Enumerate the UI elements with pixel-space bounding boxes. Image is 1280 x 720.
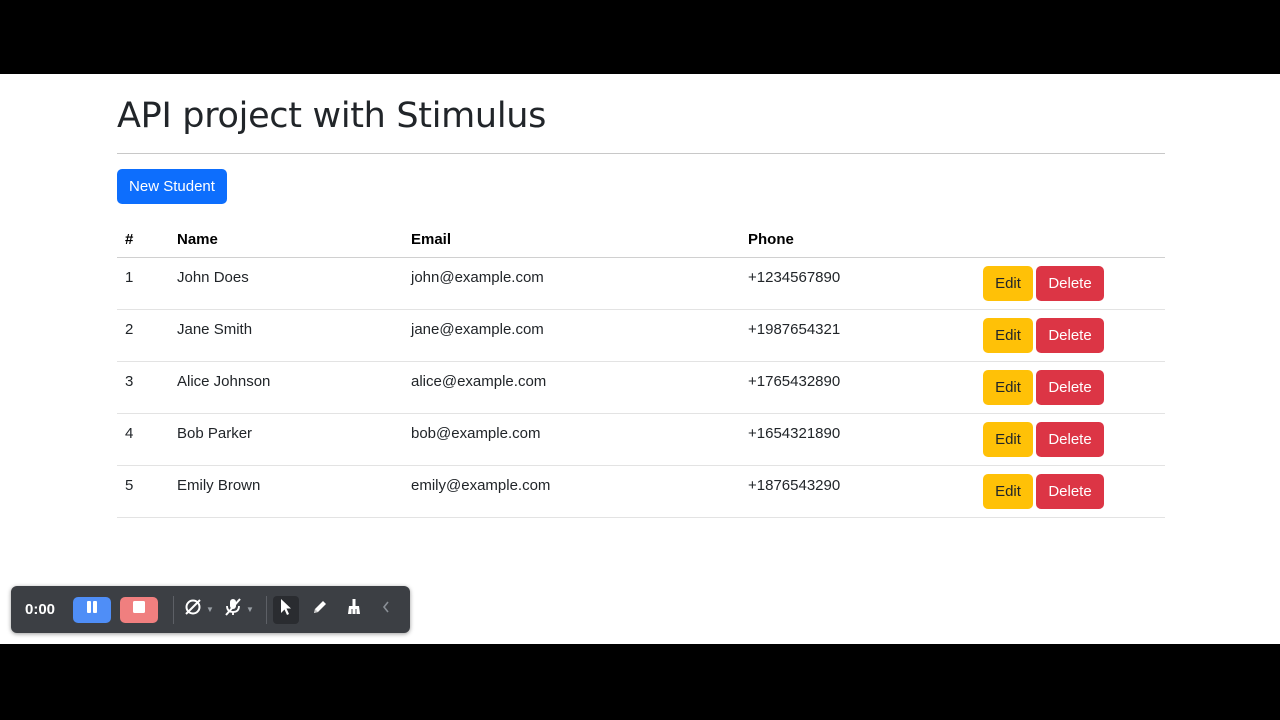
row-number: 2 [117,309,169,362]
header-number: # [117,222,169,258]
row-email: bob@example.com [403,413,740,466]
row-number: 3 [117,361,169,414]
table-row: 4 Bob Parker bob@example.com +1654321890… [117,413,1165,466]
delete-button[interactable]: Delete [1036,265,1104,301]
row-name: Jane Smith [169,309,403,362]
row-actions: Edit Delete [975,361,1165,414]
row-actions: Edit Delete [975,309,1165,362]
browser-viewport: API project with Stimulus New Student # … [0,74,1280,644]
row-phone: +1654321890 [740,413,975,466]
row-name: Bob Parker [169,413,403,466]
collapse-icon [381,600,391,619]
row-email: john@example.com [403,257,740,310]
row-phone: +1987654321 [740,309,975,362]
row-number: 5 [117,465,169,518]
table-row: 3 Alice Johnson alice@example.com +17654… [117,361,1165,414]
delete-button[interactable]: Delete [1036,369,1104,405]
toolbar-divider [266,595,267,624]
mic-off-icon [223,597,243,622]
title-divider [117,153,1165,154]
recording-timer: 0:00 [25,601,56,618]
table-header-row: # Name Email Phone [117,222,1165,258]
row-email: alice@example.com [403,361,740,414]
recorder-toolbar: 0:00 ▼ ▼ [11,586,410,633]
delete-button[interactable]: Delete [1036,317,1104,353]
edit-button[interactable]: Edit [983,317,1033,353]
pause-button[interactable] [73,596,111,623]
row-name: Alice Johnson [169,361,403,414]
mic-toggle[interactable] [220,596,246,624]
row-email: jane@example.com [403,309,740,362]
letterbox-bottom [0,644,1280,720]
row-email: emily@example.com [403,465,740,518]
row-name: John Does [169,257,403,310]
table-row: 2 Jane Smith jane@example.com +198765432… [117,309,1165,362]
header-actions [975,222,1165,258]
camera-toggle[interactable] [180,596,206,624]
pen-icon [311,598,329,621]
letterbox-top [0,0,1280,74]
pen-tool[interactable] [307,596,333,624]
header-name: Name [169,222,403,258]
row-phone: +1876543290 [740,465,975,518]
row-actions: Edit Delete [975,465,1165,518]
page-title: API project with Stimulus [117,96,547,136]
edit-button[interactable]: Edit [983,473,1033,509]
table-row: 5 Emily Brown emily@example.com +1876543… [117,465,1165,518]
row-number: 1 [117,257,169,310]
header-email: Email [403,222,740,258]
new-student-button[interactable]: New Student [117,169,227,204]
eraser-icon [345,598,363,621]
row-phone: +1234567890 [740,257,975,310]
students-table: # Name Email Phone 1 John Does john@exam… [117,222,1165,518]
collapse-toolbar-button[interactable] [373,596,399,624]
edit-button[interactable]: Edit [983,421,1033,457]
edit-button[interactable]: Edit [983,369,1033,405]
row-actions: Edit Delete [975,257,1165,310]
delete-button[interactable]: Delete [1036,421,1104,457]
pause-icon [85,600,99,619]
cursor-icon [278,598,294,621]
delete-button[interactable]: Delete [1036,473,1104,509]
row-number: 4 [117,413,169,466]
mic-dropdown-caret[interactable]: ▼ [246,605,260,614]
row-phone: +1765432890 [740,361,975,414]
row-actions: Edit Delete [975,413,1165,466]
stop-icon [132,600,146,619]
camera-off-icon [183,597,203,622]
eraser-tool[interactable] [341,596,367,624]
toolbar-divider [173,595,174,624]
edit-button[interactable]: Edit [983,265,1033,301]
row-name: Emily Brown [169,465,403,518]
cursor-tool[interactable] [273,595,299,624]
stop-button[interactable] [120,596,158,623]
header-phone: Phone [740,222,975,258]
camera-dropdown-caret[interactable]: ▼ [206,605,220,614]
table-row: 1 John Does john@example.com +1234567890… [117,257,1165,310]
